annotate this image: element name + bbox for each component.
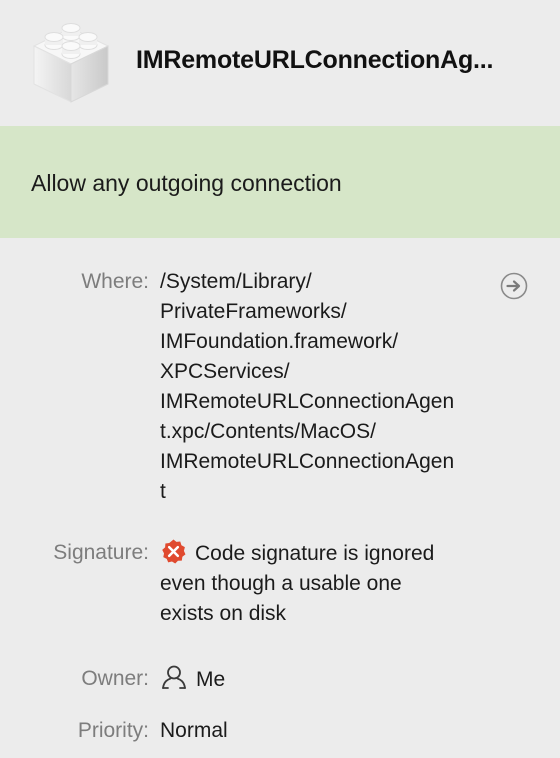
header: IMRemoteURLConnectionAg... bbox=[0, 0, 560, 126]
owner-name: Me bbox=[196, 668, 226, 691]
signature-line-3: exists on disk bbox=[160, 602, 287, 625]
priority-value: Normal bbox=[160, 719, 228, 742]
path-line: IMRemoteURLConnectionAgen bbox=[160, 390, 455, 413]
path-line: t bbox=[160, 480, 166, 503]
owner-label: Owner: bbox=[81, 667, 149, 690]
user-icon bbox=[162, 665, 186, 689]
path-line: XPCServices/ bbox=[160, 360, 290, 383]
app-title: IMRemoteURLConnectionAg... bbox=[136, 46, 494, 74]
path-line: /System/Library/ bbox=[160, 270, 312, 293]
owner-value: Me bbox=[160, 664, 225, 695]
signature-value: Code signature is ignored even though a … bbox=[160, 538, 500, 629]
where-label: Where: bbox=[81, 270, 149, 293]
rule-action-text: Allow any outgoing connection bbox=[31, 170, 342, 196]
where-path[interactable]: /System/Library/ PrivateFrameworks/ IMFo… bbox=[160, 267, 490, 507]
path-line: t.xpc/Contents/MacOS/ bbox=[160, 420, 376, 443]
signature-line-1: Code signature is ignored bbox=[160, 538, 500, 569]
signature-line-2: even though a usable one bbox=[160, 572, 402, 595]
path-line: PrivateFrameworks/ bbox=[160, 300, 347, 323]
priority-label: Priority: bbox=[77, 719, 149, 742]
lego-brick-icon bbox=[32, 23, 110, 103]
arrow-right-circle-icon[interactable] bbox=[500, 272, 528, 300]
error-badge-icon bbox=[162, 539, 186, 564]
path-line: IMFoundation.framework/ bbox=[160, 330, 399, 353]
signature-text: Code signature is ignored bbox=[195, 542, 435, 565]
signature-label: Signature: bbox=[53, 541, 149, 564]
path-line: IMRemoteURLConnectionAgen bbox=[160, 450, 455, 473]
